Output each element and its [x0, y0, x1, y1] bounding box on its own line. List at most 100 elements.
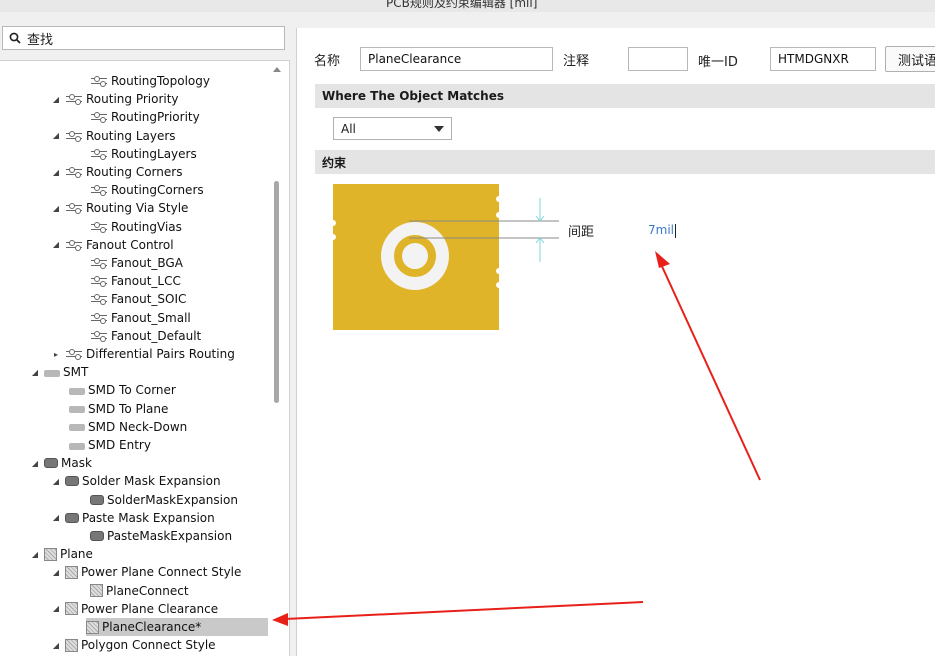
collapse-arrow-icon[interactable]: ◢ — [30, 550, 40, 559]
tree-item[interactable]: SolderMaskExpansion — [72, 491, 238, 509]
tree-item[interactable]: PlaneConnect — [72, 582, 189, 600]
tree-item[interactable]: ◢ Power Plane Connect Style — [51, 563, 241, 581]
search-input[interactable]: 查找 — [2, 26, 285, 50]
search-label: 查找 — [27, 32, 54, 48]
route-rule-icon — [90, 184, 108, 196]
tree-scrollbar[interactable] — [270, 61, 284, 656]
scroll-up-icon[interactable] — [273, 67, 281, 72]
tree-item-selected[interactable]: PlaneClearance* — [86, 618, 268, 636]
tree-item[interactable]: RoutingLayers — [72, 145, 197, 163]
collapse-arrow-icon[interactable]: ◢ — [51, 568, 61, 577]
smt-rule-icon — [69, 424, 85, 432]
plane-rule-icon — [65, 638, 78, 652]
tree-item[interactable]: ◢ Power Plane Clearance — [51, 600, 218, 618]
tree-item-label: SMD To Corner — [88, 383, 176, 398]
tree-item[interactable]: ◢ Routing Via Style — [51, 199, 189, 217]
route-rule-icon — [65, 239, 83, 251]
tree-item[interactable]: ▸ Differential Pairs Routing — [51, 345, 235, 363]
tree-item[interactable]: ◢ Plane — [30, 545, 93, 563]
route-rule-icon — [90, 221, 108, 233]
comment-label: 注释 — [563, 54, 590, 69]
test-button[interactable]: 测试语 — [885, 46, 935, 72]
collapse-arrow-icon[interactable]: ◢ — [51, 131, 61, 140]
expand-arrow-icon[interactable]: ▸ — [51, 350, 61, 359]
collapse-arrow-icon[interactable]: ◢ — [51, 604, 61, 613]
collapse-arrow-icon[interactable]: ◢ — [51, 641, 61, 650]
smt-rule-icon — [69, 442, 85, 450]
tree-item[interactable]: PasteMaskExpansion — [72, 527, 232, 545]
tree-item[interactable]: RoutingPriority — [72, 108, 200, 126]
tree-item-label: Fanout_Small — [111, 310, 191, 325]
collapse-arrow-icon[interactable]: ◢ — [30, 459, 40, 468]
rules-tree[interactable]: RoutingTopology ◢ Routing Priority RoutingP… — [0, 60, 290, 656]
tree-item-label: RoutingLayers — [111, 146, 197, 161]
collapse-arrow-icon[interactable]: ◢ — [51, 168, 61, 177]
tree-item[interactable]: RoutingTopology — [72, 72, 210, 90]
tree-item[interactable]: Fanout_Default — [72, 327, 201, 345]
tree-item-label: Fanout_BGA — [111, 256, 183, 270]
scrollbar-thumb[interactable] — [274, 181, 279, 403]
tree-item-label: RoutingVias — [111, 219, 182, 234]
smt-rule-icon — [69, 406, 85, 414]
route-rule-icon — [90, 148, 108, 160]
tree-item[interactable]: SMD Neck-Down — [51, 418, 187, 436]
tree-item[interactable]: ◢ Fanout Control — [51, 236, 174, 254]
tree-item[interactable]: ◢ Mask — [30, 454, 92, 472]
rule-name-field[interactable]: PlaneClearance — [360, 47, 553, 71]
route-rule-icon — [90, 275, 108, 287]
tree-item-label: SMD To Plane — [88, 401, 169, 416]
tree-item[interactable]: Fanout_SOIC — [72, 290, 186, 308]
tree-item-label: Power Plane Clearance — [81, 601, 219, 616]
collapse-arrow-icon[interactable]: ◢ — [51, 95, 61, 104]
collapse-arrow-icon[interactable]: ◢ — [51, 204, 61, 213]
search-icon — [9, 32, 21, 44]
clearance-value-field[interactable]: 7mil — [648, 223, 676, 238]
mask-rule-icon — [90, 494, 104, 505]
plane-rule-icon — [65, 602, 78, 616]
route-rule-icon — [65, 348, 83, 360]
tree-item[interactable]: ◢ Routing Priority — [51, 90, 179, 108]
route-rule-icon — [90, 312, 108, 324]
collapse-arrow-icon[interactable]: ◢ — [30, 368, 40, 377]
tree-item[interactable]: ◢ Routing Corners — [51, 163, 183, 181]
uid-field[interactable]: HTMDGNXR — [770, 47, 876, 71]
tree-item[interactable]: Fanout_Small — [72, 309, 191, 327]
uid-label: 唯一ID — [698, 55, 738, 70]
tree-item-label: SMD Neck-Down — [88, 419, 188, 434]
tree-item-label: Routing Priority — [86, 92, 179, 107]
collapse-arrow-icon[interactable]: ◢ — [51, 513, 61, 522]
mask-rule-icon — [90, 531, 104, 541]
route-rule-icon — [65, 202, 83, 214]
tree-item[interactable]: ◢ Solder Mask Expansion — [51, 472, 221, 490]
object-match-select[interactable]: All — [333, 117, 452, 140]
tree-item-label: Fanout_Default — [111, 328, 202, 343]
tree-item[interactable]: ◢ Paste Mask Expansion — [51, 509, 215, 527]
tree-item-label: RoutingPriority — [111, 110, 200, 125]
tree-item[interactable]: ◢ Routing Layers — [51, 127, 176, 145]
tree-item[interactable]: ◢ Polygon Connect Style — [51, 636, 216, 654]
route-rule-icon — [65, 130, 83, 142]
tree-item-label: Fanout_LCC — [111, 274, 181, 289]
tree-item-label: Plane — [60, 547, 93, 562]
collapse-arrow-icon[interactable]: ◢ — [51, 240, 61, 249]
tree-item-label: Polygon Connect Style — [81, 638, 216, 653]
tree-item[interactable]: SMD Entry — [51, 436, 151, 454]
tree-item[interactable]: ◢ SMT — [30, 363, 88, 381]
tree-item-label: SMT — [63, 365, 89, 380]
comment-field[interactable] — [628, 47, 688, 71]
tree-item[interactable]: Fanout_LCC — [72, 272, 181, 290]
tree-item[interactable]: RoutingVias — [72, 218, 182, 236]
route-rule-icon — [90, 75, 108, 87]
chevron-down-icon — [434, 126, 444, 132]
tree-item-label: SMD Entry — [88, 438, 151, 452]
tree-item[interactable]: SMD To Corner — [51, 381, 176, 399]
rules-panel: 查找 RoutingTopology ◢ Routing Priority Routi… — [0, 12, 290, 656]
collapse-arrow-icon[interactable]: ◢ — [51, 477, 61, 486]
tree-item[interactable]: Fanout_BGA — [72, 254, 183, 272]
tree-item[interactable]: RoutingCorners — [72, 181, 204, 199]
tree-item-label: Routing Layers — [86, 128, 176, 143]
tree-item-label: Fanout_SOIC — [111, 292, 187, 307]
tree-item[interactable]: SMD To Plane — [51, 400, 168, 418]
tree-item-label: PlaneConnect — [106, 583, 189, 598]
mask-rule-icon — [44, 458, 58, 469]
